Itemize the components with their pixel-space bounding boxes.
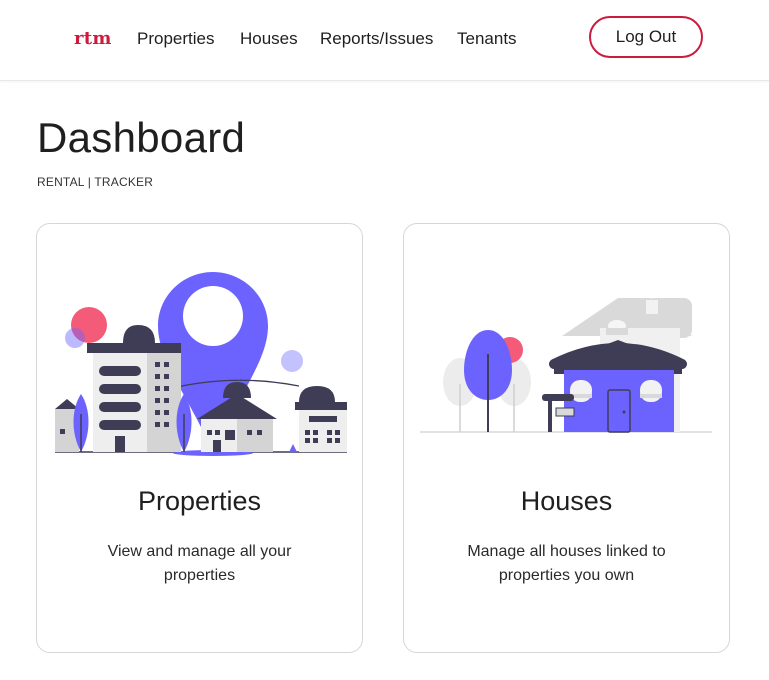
page-subtitle: RENTAL | TRACKER [37, 175, 154, 189]
nav-link-properties[interactable]: Properties [137, 29, 214, 49]
logout-button[interactable]: Log Out [589, 16, 703, 58]
nav-link-reports-issues[interactable]: Reports/Issues [320, 29, 433, 49]
properties-card-description: View and manage all your properties [107, 543, 292, 584]
brand-logo[interactable]: rtm [74, 28, 112, 49]
houses-card-description: Manage all houses linked to properties y… [467, 543, 666, 584]
nav-link-houses[interactable]: Houses [240, 29, 298, 49]
house-with-trees-illustration [420, 298, 712, 433]
properties-card[interactable]: Properties View and manage all your prop… [36, 223, 363, 653]
houses-card[interactable]: Houses Manage all houses linked to prope… [403, 223, 730, 653]
page-title: Dashboard [37, 114, 246, 161]
city-location-pin-illustration [55, 272, 347, 456]
nav-link-tenants[interactable]: Tenants [457, 29, 517, 49]
houses-card-title: Houses [520, 486, 613, 516]
top-navbar: rtm Properties Houses Reports/Issues Ten… [0, 0, 769, 81]
properties-card-title: Properties [137, 486, 262, 516]
